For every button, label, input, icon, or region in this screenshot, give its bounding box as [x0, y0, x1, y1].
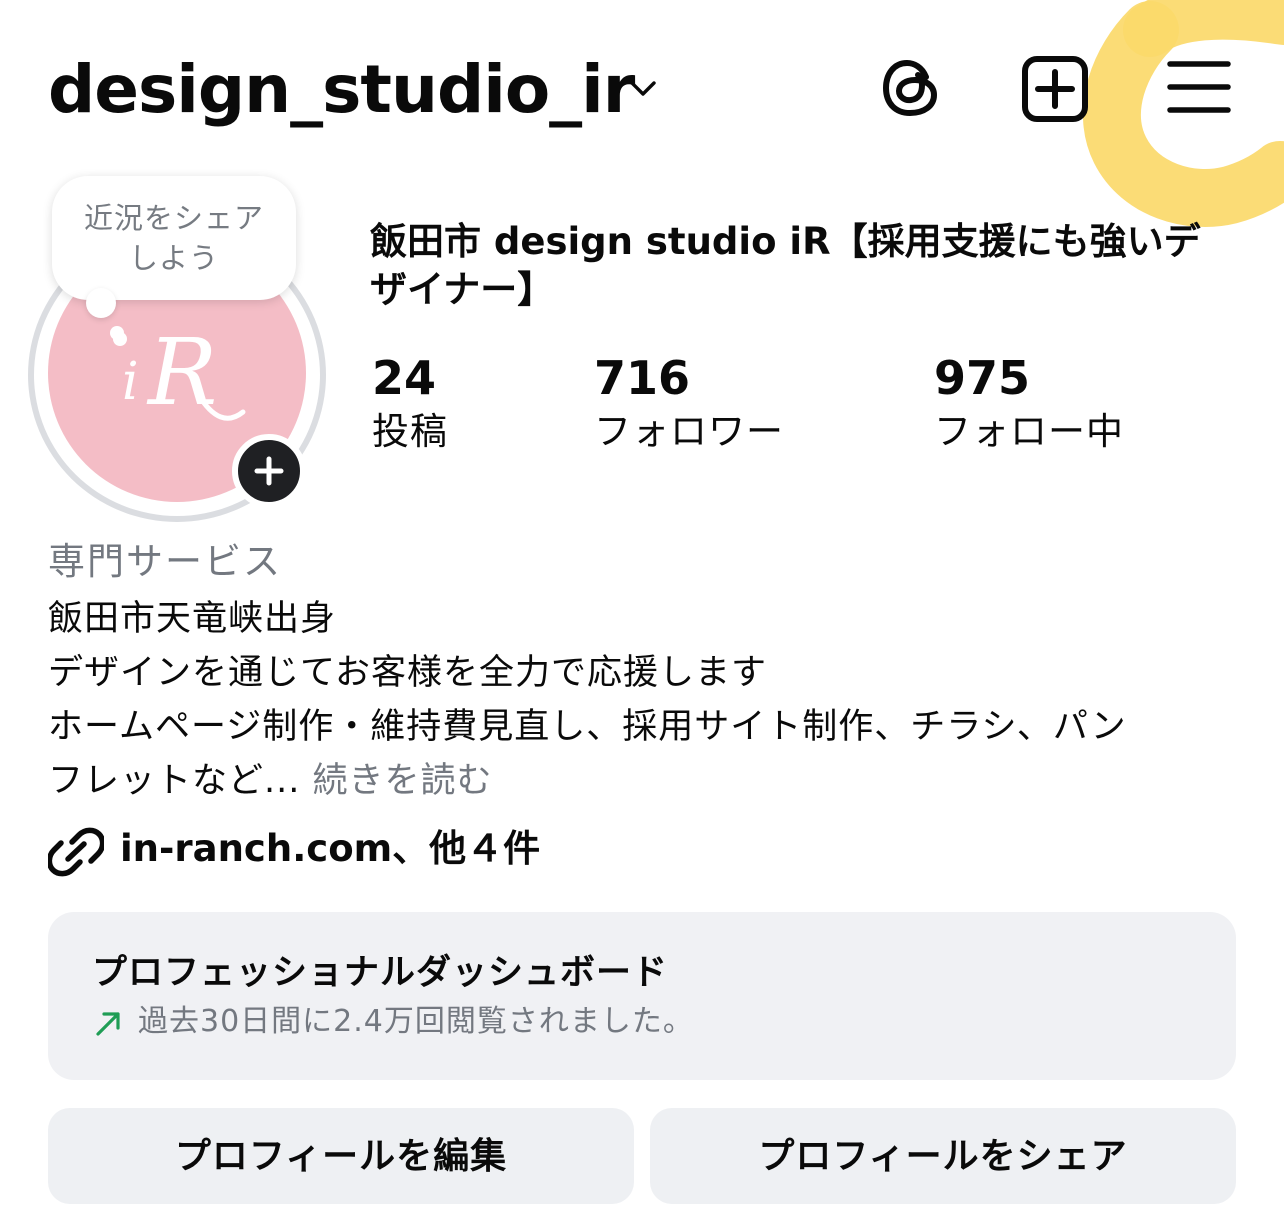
bio-line-text: フレットなど... [48, 761, 301, 801]
dashboard-subtitle: 過去30日間に2.4万回閲覧されました。 [138, 1004, 694, 1039]
menu-button[interactable] [1166, 58, 1232, 116]
stat-followers[interactable]: 716 フォロワー [594, 350, 784, 458]
stat-following-count: 975 [934, 351, 1031, 405]
note-bubble-tail-small [110, 326, 124, 340]
stat-following[interactable]: 975 フォロー中 [934, 350, 1124, 458]
note-text-line-1: 近況をシェア [83, 201, 264, 235]
bio-line-last: フレットなど... 続きを読む [48, 754, 1248, 808]
add-story-button[interactable] [232, 434, 306, 508]
trend-up-arrow-icon [96, 1012, 120, 1036]
plus-icon [254, 456, 284, 486]
plus-square-icon [1022, 56, 1088, 122]
bio-line: ホームページ制作・維持費見直し、採用サイト制作、チラシ、パン [48, 707, 1127, 747]
edit-profile-button[interactable]: プロフィールを編集 [48, 1108, 634, 1204]
note-text-line-2: しよう [128, 241, 219, 275]
threads-icon [882, 59, 938, 117]
link-text: in-ranch.com、他４件 [120, 827, 541, 870]
share-profile-button[interactable]: プロフィールをシェア [650, 1108, 1236, 1204]
hamburger-menu-icon [1167, 61, 1231, 113]
stat-posts-label: 投稿 [372, 410, 448, 453]
svg-text:i: i [122, 352, 139, 412]
stat-followers-count: 716 [594, 351, 691, 405]
create-post-button[interactable] [1020, 54, 1090, 124]
bio: 飯田市天竜峡出身 デザインを通じてお客様を全力で応援します ホームページ制作・維… [48, 592, 1248, 808]
bio-line: デザインを通じてお客様を全力で応援します [48, 653, 767, 693]
dashboard-title: プロフェッショナルダッシュボード [92, 953, 669, 993]
highlight-annotation [1083, 0, 1284, 227]
stat-followers-label: フォロワー [594, 410, 784, 453]
note-bubble[interactable]: 近況をシェア しよう [52, 176, 296, 300]
display-name: 飯田市 design studio iR【採用支援にも強いデザイナー】 [370, 220, 1201, 311]
chevron-down-icon[interactable] [627, 76, 659, 100]
stat-posts-count: 24 [372, 351, 437, 405]
read-more-link[interactable]: 続きを読む [300, 761, 492, 801]
threads-button[interactable] [880, 55, 944, 121]
stat-posts[interactable]: 24 投稿 [372, 350, 448, 458]
username-title[interactable]: design_studio_ir [48, 50, 635, 130]
note-bubble-tail [86, 288, 116, 318]
svg-text:R: R [146, 319, 217, 426]
link-icon [48, 827, 104, 877]
profile-category: 専門サービス [48, 540, 282, 583]
professional-dashboard-card[interactable]: プロフェッショナルダッシュボード 過去30日間に2.4万回閲覧されました。 [48, 912, 1236, 1080]
stat-following-label: フォロー中 [934, 410, 1124, 453]
bio-line: 飯田市天竜峡出身 [48, 599, 337, 639]
